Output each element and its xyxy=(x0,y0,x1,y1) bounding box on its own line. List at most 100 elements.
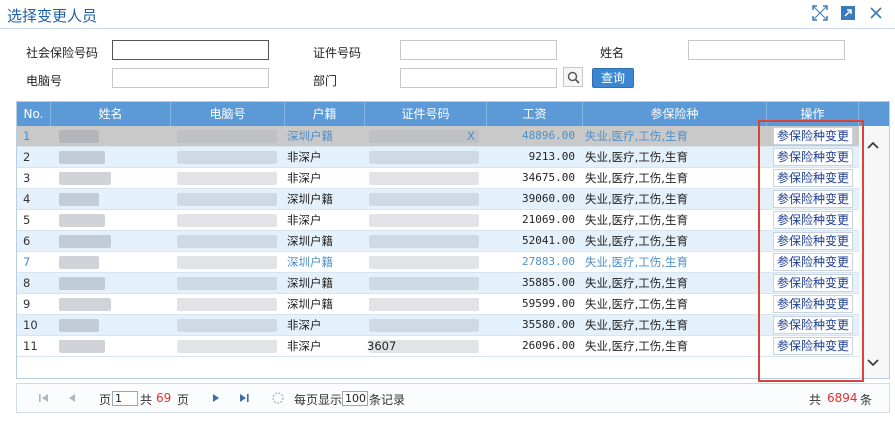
first-page-icon[interactable] xyxy=(35,391,53,405)
redacted-cell xyxy=(177,340,277,353)
dept-label: 部门 xyxy=(313,74,338,88)
redacted-cell xyxy=(177,214,277,227)
insurance-cell: 失业,医疗,工伤,生育 xyxy=(585,129,688,143)
header-no: No. xyxy=(17,102,51,126)
row-number: 3 xyxy=(23,171,31,185)
header-insurance: 参保险种 xyxy=(583,102,767,126)
page-number-input[interactable]: 1 xyxy=(112,391,138,406)
chevron-up-icon[interactable] xyxy=(867,138,879,152)
redacted-cell xyxy=(59,277,105,290)
last-page-icon[interactable] xyxy=(235,391,253,405)
per-page-input[interactable]: 100 xyxy=(342,391,368,406)
redacted-cell xyxy=(369,130,479,143)
row-number: 5 xyxy=(23,213,31,227)
row-number: 2 xyxy=(23,150,31,164)
insurance-cell: 失业,医疗,工伤,生育 xyxy=(585,339,688,353)
page-label: 页 xyxy=(99,393,112,407)
social-insurance-no-input[interactable] xyxy=(112,40,269,60)
total-prefix: 共 xyxy=(140,393,153,407)
chevron-down-icon[interactable] xyxy=(867,356,879,370)
redacted-cell xyxy=(369,193,479,206)
redacted-cell xyxy=(59,319,99,332)
table-row[interactable]: 11 3607 非深户 26096.00 失业,医疗,工伤,生育 参保险种变更 xyxy=(17,336,859,357)
query-button[interactable]: 查询 xyxy=(592,68,634,88)
redacted-cell xyxy=(59,172,111,185)
row-number: 8 xyxy=(23,276,31,290)
redacted-cell xyxy=(369,277,479,290)
close-icon[interactable] xyxy=(867,4,885,22)
wage-cell: 9213.00 xyxy=(528,150,575,163)
wage-cell: 39060.00 xyxy=(522,192,575,205)
redacted-cell xyxy=(177,130,277,143)
redacted-cell xyxy=(369,235,479,248)
name-label: 姓名 xyxy=(600,46,625,60)
records-suffix: 条记录 xyxy=(369,393,406,407)
id-no-input[interactable] xyxy=(400,40,557,60)
id-no-fragment: X xyxy=(467,129,475,143)
refresh-icon[interactable] xyxy=(269,391,287,405)
redacted-cell xyxy=(369,172,479,185)
table-row[interactable]: 3 非深户 34675.00 失业,医疗,工伤,生育 参保险种变更 xyxy=(17,168,859,189)
wage-cell: 34675.00 xyxy=(522,171,575,184)
insurance-cell: 失业,医疗,工伤,生育 xyxy=(585,297,688,311)
huji-cell: 深圳户籍 xyxy=(287,129,333,143)
header-pc-no: 电脑号 xyxy=(171,102,285,126)
huji-cell: 非深户 xyxy=(287,339,322,353)
huji-cell: 深圳户籍 xyxy=(287,234,333,248)
row-number: 1 xyxy=(23,129,31,143)
redacted-cell xyxy=(59,151,105,164)
pc-no-input[interactable] xyxy=(112,68,269,88)
insurance-cell: 失业,医疗,工伤,生育 xyxy=(585,276,688,290)
next-page-icon[interactable] xyxy=(207,391,225,405)
wage-cell: 35885.00 xyxy=(522,276,575,289)
header-id-no: 证件号码 xyxy=(365,102,487,126)
huji-cell: 深圳户籍 xyxy=(287,297,333,311)
per-page-label: 每页显示 xyxy=(294,393,343,407)
name-input[interactable] xyxy=(688,40,845,60)
redacted-cell xyxy=(369,214,479,227)
table-row[interactable]: 9 深圳户籍 59599.00 失业,医疗,工伤,生育 参保险种变更 xyxy=(17,294,859,315)
huji-cell: 深圳户籍 xyxy=(287,255,333,269)
table-row[interactable]: 8 深圳户籍 35885.00 失业,医疗,工伤,生育 参保险种变更 xyxy=(17,273,859,294)
table-row[interactable]: 1 X 深圳户籍 48896.00 失业,医疗,工伤,生育 参保险种变更 xyxy=(17,126,859,147)
row-number: 10 xyxy=(23,318,38,332)
dialog-titlebar: 选择变更人员 xyxy=(0,0,895,29)
pages-suffix: 页 xyxy=(177,393,190,407)
wage-cell: 59599.00 xyxy=(522,297,575,310)
row-number: 7 xyxy=(23,255,31,269)
wage-cell: 48896.00 xyxy=(522,129,575,142)
redacted-cell xyxy=(59,298,111,311)
header-name: 姓名 xyxy=(51,102,171,126)
huji-cell: 非深户 xyxy=(287,171,322,185)
table-row[interactable]: 4 深圳户籍 39060.00 失业,医疗,工伤,生育 参保险种变更 xyxy=(17,189,859,210)
dialog-title: 选择变更人员 xyxy=(7,7,98,25)
external-open-icon[interactable] xyxy=(839,4,857,22)
redacted-cell xyxy=(177,151,277,164)
fullscreen-icon[interactable] xyxy=(811,4,829,22)
count-prefix: 共 xyxy=(809,393,822,407)
table-row[interactable]: 6 深圳户籍 52041.00 失业,医疗,工伤,生育 参保险种变更 xyxy=(17,231,859,252)
prev-page-icon[interactable] xyxy=(63,391,81,405)
table-row[interactable]: 2 非深户 9213.00 失业,医疗,工伤,生育 参保险种变更 xyxy=(17,147,859,168)
wage-cell: 26096.00 xyxy=(522,339,575,352)
search-icon[interactable] xyxy=(563,67,583,87)
redacted-cell xyxy=(369,151,479,164)
pagination-bar: 页 1 共 69 页 每页显示 100 条记录 共 6894 条 xyxy=(16,383,890,413)
insurance-cell: 失业,医疗,工伤,生育 xyxy=(585,318,688,332)
row-number: 6 xyxy=(23,234,31,248)
table-row[interactable]: 7 深圳户籍 27883.00 失业,医疗,工伤,生育 参保险种变更 xyxy=(17,252,859,273)
redacted-cell xyxy=(177,256,277,269)
redacted-cell xyxy=(177,193,277,206)
table-row[interactable]: 10 非深户 35580.00 失业,医疗,工伤,生育 参保险种变更 xyxy=(17,315,859,336)
dept-input[interactable] xyxy=(400,68,557,88)
pc-no-label: 电脑号 xyxy=(26,74,63,88)
redacted-cell xyxy=(59,256,99,269)
redacted-cell xyxy=(177,172,277,185)
huji-cell: 深圳户籍 xyxy=(287,192,333,206)
header-huji: 户籍 xyxy=(285,102,365,126)
redacted-cell xyxy=(59,193,99,206)
table-row[interactable]: 5 非深户 21069.00 失业,医疗,工伤,生育 参保险种变更 xyxy=(17,210,859,231)
huji-cell: 非深户 xyxy=(287,213,322,227)
count-suffix: 条 xyxy=(860,393,873,407)
redacted-cell xyxy=(177,277,277,290)
